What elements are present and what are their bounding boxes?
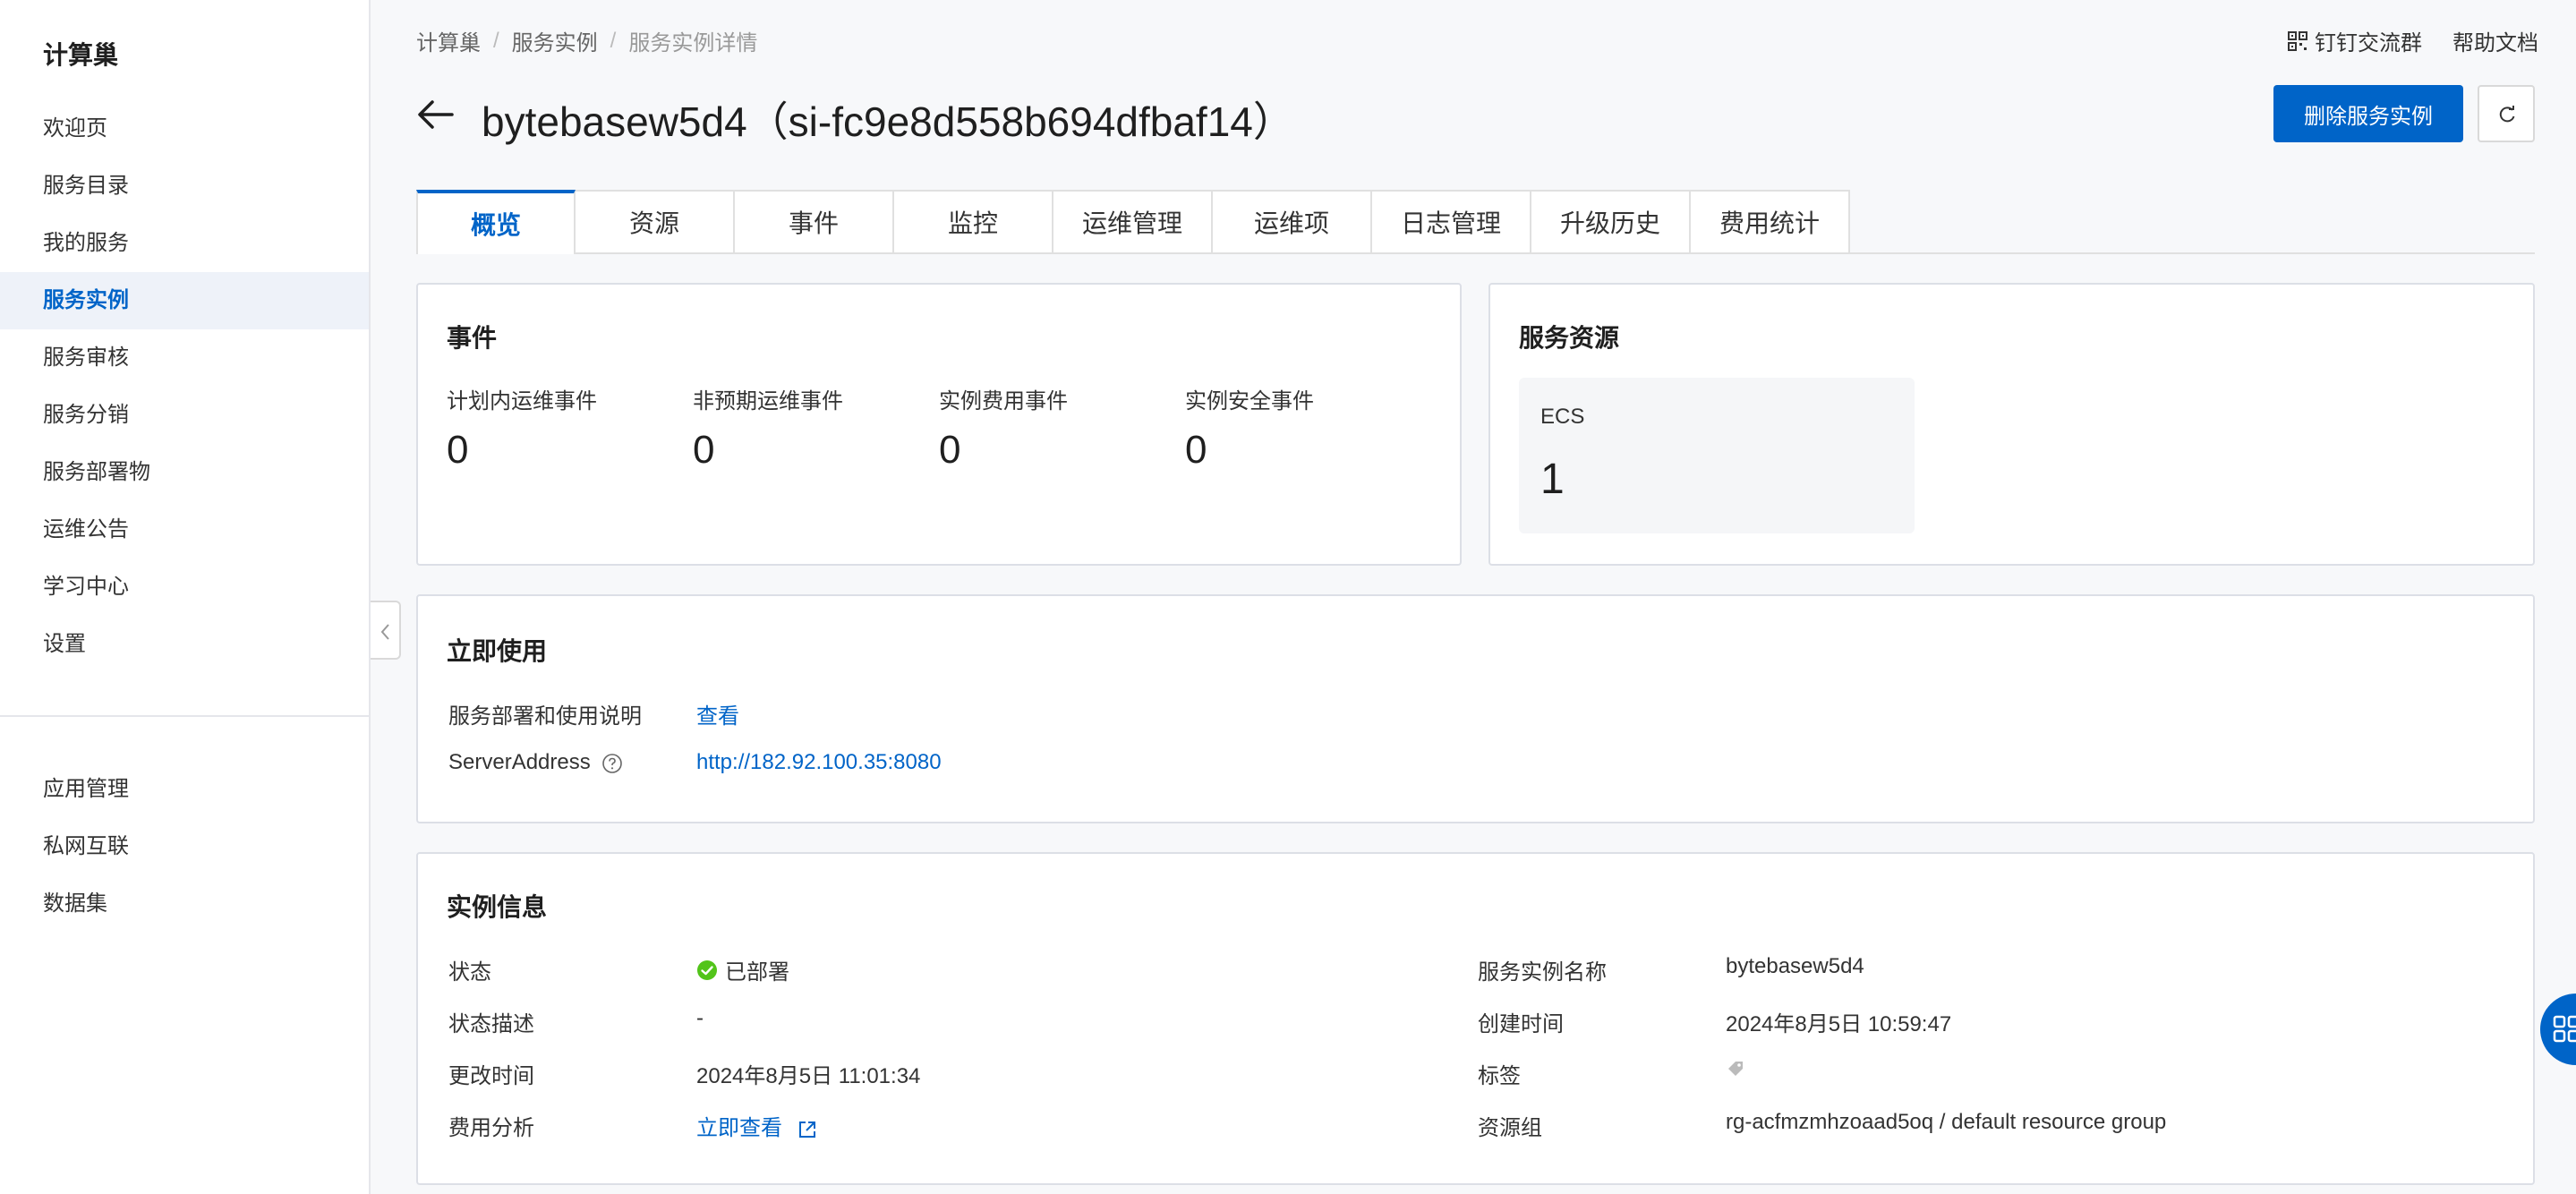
instance-name-label: 服务实例名称	[1478, 960, 1607, 985]
refresh-button[interactable]	[2478, 85, 2535, 142]
dingtalk-link[interactable]: 钉钉交流群	[2288, 25, 2422, 56]
instance-info-card: 实例信息 状态 已部署 状态描述 - 更改时间 2024年8月5日 11:01:…	[416, 852, 2535, 1185]
service-resources-card: 服务资源 ECS 1	[1488, 283, 2535, 566]
tab-resources[interactable]: 资源	[576, 190, 735, 254]
tab-bar: 概览 资源 事件 监控 运维管理 运维项 日志管理 升级历史 费用统计	[416, 190, 1850, 254]
sidebar-item-service-catalog[interactable]: 服务目录	[0, 158, 369, 215]
stat-label-planned: 计划内运维事件	[447, 389, 597, 414]
sidebar-item-welcome[interactable]: 欢迎页	[0, 100, 369, 158]
sidebar-item-private-network[interactable]: 私网互联	[0, 818, 369, 875]
sidebar-item-service-distribution[interactable]: 服务分销	[0, 387, 369, 444]
grid-icon	[2553, 1015, 2576, 1043]
external-link-icon	[798, 1121, 815, 1138]
dingtalk-label: 钉钉交流群	[2315, 31, 2422, 55]
tab-log-management[interactable]: 日志管理	[1372, 190, 1531, 254]
tab-monitoring[interactable]: 监控	[894, 190, 1053, 254]
created-time-value: 2024年8月5日 10:59:47	[1726, 1012, 1952, 1036]
tabs-underline	[1849, 252, 2535, 254]
stat-label-cost: 实例费用事件	[939, 389, 1068, 414]
cost-analysis-label: 费用分析	[448, 1116, 534, 1140]
sidebar-item-datasets[interactable]: 数据集	[0, 875, 369, 933]
status-value-row: 已部署	[696, 954, 789, 987]
tab-ops-management[interactable]: 运维管理	[1053, 190, 1213, 254]
ecs-count: 1	[1540, 456, 1565, 503]
stat-value-security: 0	[1185, 428, 1207, 472]
cost-analysis-link-text: 立即查看	[696, 1116, 782, 1140]
stat-value-unplanned: 0	[693, 428, 715, 472]
back-button[interactable]	[416, 95, 456, 139]
sidebar-item-service-instances[interactable]: 服务实例	[0, 272, 369, 329]
service-resources-title: 服务资源	[1519, 324, 1620, 352]
modified-time-label: 更改时间	[448, 1064, 534, 1088]
instance-name-value: bytebasew5d4	[1726, 954, 1864, 978]
stat-label-unplanned: 非预期运维事件	[693, 389, 843, 414]
status-value: 已部署	[725, 960, 789, 985]
status-desc-label: 状态描述	[448, 1012, 534, 1036]
sidebar-item-learning-center[interactable]: 学习中心	[0, 559, 369, 616]
use-now-card: 立即使用 服务部署和使用说明 查看 ServerAddress http://1…	[416, 594, 2535, 823]
floating-assistant-button[interactable]	[2540, 994, 2576, 1065]
sidebar-divider	[0, 715, 369, 717]
tab-upgrade-history[interactable]: 升级历史	[1531, 190, 1691, 254]
qrcode-icon	[2288, 30, 2307, 51]
ecs-label: ECS	[1540, 405, 1585, 429]
status-label: 状态	[448, 960, 491, 985]
help-circle-icon[interactable]	[601, 753, 623, 774]
tab-cost-statistics[interactable]: 费用统计	[1691, 190, 1850, 254]
delete-instance-button[interactable]: 删除服务实例	[2273, 85, 2463, 142]
check-circle-icon	[697, 959, 717, 980]
instance-info-title: 实例信息	[447, 893, 548, 921]
page-title: bytebasew5d4（si-fc9e8d558b694dfbaf14）	[482, 98, 1294, 145]
breadcrumb: 计算巢 / 服务实例 / 服务实例详情	[416, 25, 757, 56]
use-now-title: 立即使用	[447, 637, 548, 665]
tag-icon	[1728, 1062, 1743, 1076]
tab-events[interactable]: 事件	[735, 190, 894, 254]
ecs-resource-tile[interactable]: ECS 1	[1519, 378, 1915, 533]
sidebar-title: 计算巢	[43, 41, 119, 69]
sidebar-item-settings[interactable]: 设置	[0, 616, 369, 673]
deploy-doc-link[interactable]: 查看	[696, 698, 739, 729]
sidebar-item-service-review[interactable]: 服务审核	[0, 329, 369, 387]
stat-label-security: 实例安全事件	[1185, 389, 1314, 414]
events-title: 事件	[447, 324, 498, 352]
chevron-left-icon	[380, 624, 389, 640]
breadcrumb-separator: /	[493, 28, 499, 53]
top-links: 钉钉交流群 帮助文档	[2288, 25, 2538, 56]
breadcrumb-item-current: 服务实例详情	[628, 31, 758, 55]
tab-ops-items[interactable]: 运维项	[1213, 190, 1372, 254]
sidebar-item-service-artifacts[interactable]: 服务部署物	[0, 444, 369, 501]
tab-overview[interactable]: 概览	[416, 190, 576, 254]
sidebar: 计算巢 欢迎页 服务目录 我的服务 服务实例 服务审核 服务分销 服务部署物 运…	[0, 0, 371, 1194]
status-desc-value: -	[696, 1006, 704, 1030]
sidebar-collapse-handle[interactable]	[371, 601, 401, 660]
tags-label: 标签	[1478, 1064, 1521, 1088]
resource-group-label: 资源组	[1478, 1116, 1542, 1140]
server-address-label-row: ServerAddress	[448, 750, 623, 775]
modified-time-value: 2024年8月5日 11:01:34	[696, 1064, 921, 1088]
sidebar-item-my-services[interactable]: 我的服务	[0, 215, 369, 272]
stat-value-cost: 0	[939, 428, 961, 472]
sidebar-item-app-management[interactable]: 应用管理	[0, 761, 369, 818]
cost-analysis-link[interactable]: 立即查看	[696, 1110, 817, 1141]
breadcrumb-item-service-instances[interactable]: 服务实例	[512, 25, 598, 56]
refresh-icon	[2499, 106, 2515, 123]
resource-group-value: rg-acfmzmhzoaad5oq / default resource gr…	[1726, 1110, 2167, 1134]
help-docs-link[interactable]: 帮助文档	[2452, 25, 2538, 56]
server-address-label: ServerAddress	[448, 750, 591, 774]
tag-edit-button[interactable]	[1726, 1058, 1747, 1086]
deploy-doc-label: 服务部署和使用说明	[448, 704, 642, 729]
server-address-link[interactable]: http://182.92.100.35:8080	[696, 750, 942, 775]
sidebar-item-ops-announcements[interactable]: 运维公告	[0, 501, 369, 559]
breadcrumb-item-compute-nest[interactable]: 计算巢	[416, 25, 481, 56]
created-time-label: 创建时间	[1478, 1012, 1564, 1036]
stat-value-planned: 0	[447, 428, 469, 472]
breadcrumb-separator: /	[610, 28, 617, 53]
arrow-left-icon	[418, 100, 454, 129]
events-card: 事件 计划内运维事件 0 非预期运维事件 0 实例费用事件 0 实例安全事件 0	[416, 283, 1462, 566]
